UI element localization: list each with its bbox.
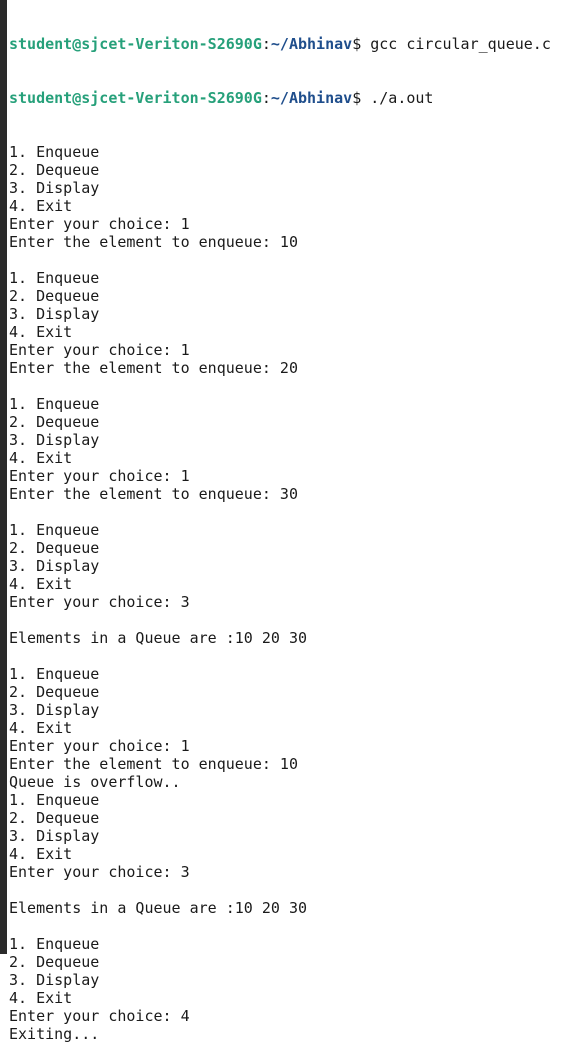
terminal-output[interactable]: student@sjcet-Veriton-S2690G:~/Abhinav$ … xyxy=(9,0,551,1043)
prompt-path: ~/Abhinav xyxy=(270,89,353,107)
output-line: Exiting... xyxy=(9,1025,100,1043)
output-line: Elements in a Queue are :10 20 30 xyxy=(9,899,308,917)
output-line: Enter your choice: 1 xyxy=(9,467,190,485)
prompt-user-host: student@sjcet-Veriton-S2690G xyxy=(9,35,262,53)
output-line: 2. Dequeue xyxy=(9,413,100,431)
output-line: 3. Display xyxy=(9,431,100,449)
output-line: Enter the element to enqueue: 10 xyxy=(9,233,298,251)
output-line: 1. Enqueue xyxy=(9,521,100,539)
output-line: 2. Dequeue xyxy=(9,683,100,701)
output-line: 1. Enqueue xyxy=(9,665,100,683)
prompt-path: ~/Abhinav xyxy=(270,35,353,53)
output-line: 1. Enqueue xyxy=(9,269,100,287)
output-line: 1. Enqueue xyxy=(9,935,100,953)
output-line: 1. Enqueue xyxy=(9,143,100,161)
window-edge xyxy=(0,0,7,954)
output-line: Queue is overflow.. xyxy=(9,773,181,791)
output-line: Enter your choice: 1 xyxy=(9,215,190,233)
output-line: 3. Display xyxy=(9,179,100,197)
output-line: Enter your choice: 1 xyxy=(9,737,190,755)
prompt-user-host: student@sjcet-Veriton-S2690G xyxy=(9,89,262,107)
command: gcc circular_queue.c xyxy=(370,35,551,53)
output-line: 2. Dequeue xyxy=(9,809,100,827)
output-line: 3. Display xyxy=(9,557,100,575)
output-line: Enter the element to enqueue: 10 xyxy=(9,755,298,773)
output-line: Enter your choice: 3 xyxy=(9,863,190,881)
output-line: Enter your choice: 4 xyxy=(9,1007,190,1025)
output-line: 4. Exit xyxy=(9,575,73,593)
prompt-line: student@sjcet-Veriton-S2690G:~/Abhinav$ … xyxy=(9,89,434,107)
output-line: 4. Exit xyxy=(9,197,73,215)
output-line: Enter the element to enqueue: 20 xyxy=(9,359,298,377)
output-line: 4. Exit xyxy=(9,719,73,737)
output-line: 3. Display xyxy=(9,971,100,989)
output-line: 2. Dequeue xyxy=(9,287,100,305)
prompt-line: student@sjcet-Veriton-S2690G:~/Abhinav$ … xyxy=(9,35,551,53)
output-line: Enter your choice: 1 xyxy=(9,341,190,359)
output-line: 2. Dequeue xyxy=(9,539,100,557)
output-line: 1. Enqueue xyxy=(9,791,100,809)
output-line: Elements in a Queue are :10 20 30 xyxy=(9,629,308,647)
command: ./a.out xyxy=(370,89,434,107)
output-line: 2. Dequeue xyxy=(9,953,100,971)
output-line: 4. Exit xyxy=(9,323,73,341)
output-line: 2. Dequeue xyxy=(9,161,100,179)
output-line: 4. Exit xyxy=(9,845,73,863)
output-line: 4. Exit xyxy=(9,449,73,467)
output-line: Enter your choice: 3 xyxy=(9,593,190,611)
output-line: 3. Display xyxy=(9,701,100,719)
output-line: 3. Display xyxy=(9,305,100,323)
output-line: 3. Display xyxy=(9,827,100,845)
output-line: 1. Enqueue xyxy=(9,395,100,413)
output-line: 4. Exit xyxy=(9,989,73,1007)
output-line: Enter the element to enqueue: 30 xyxy=(9,485,298,503)
